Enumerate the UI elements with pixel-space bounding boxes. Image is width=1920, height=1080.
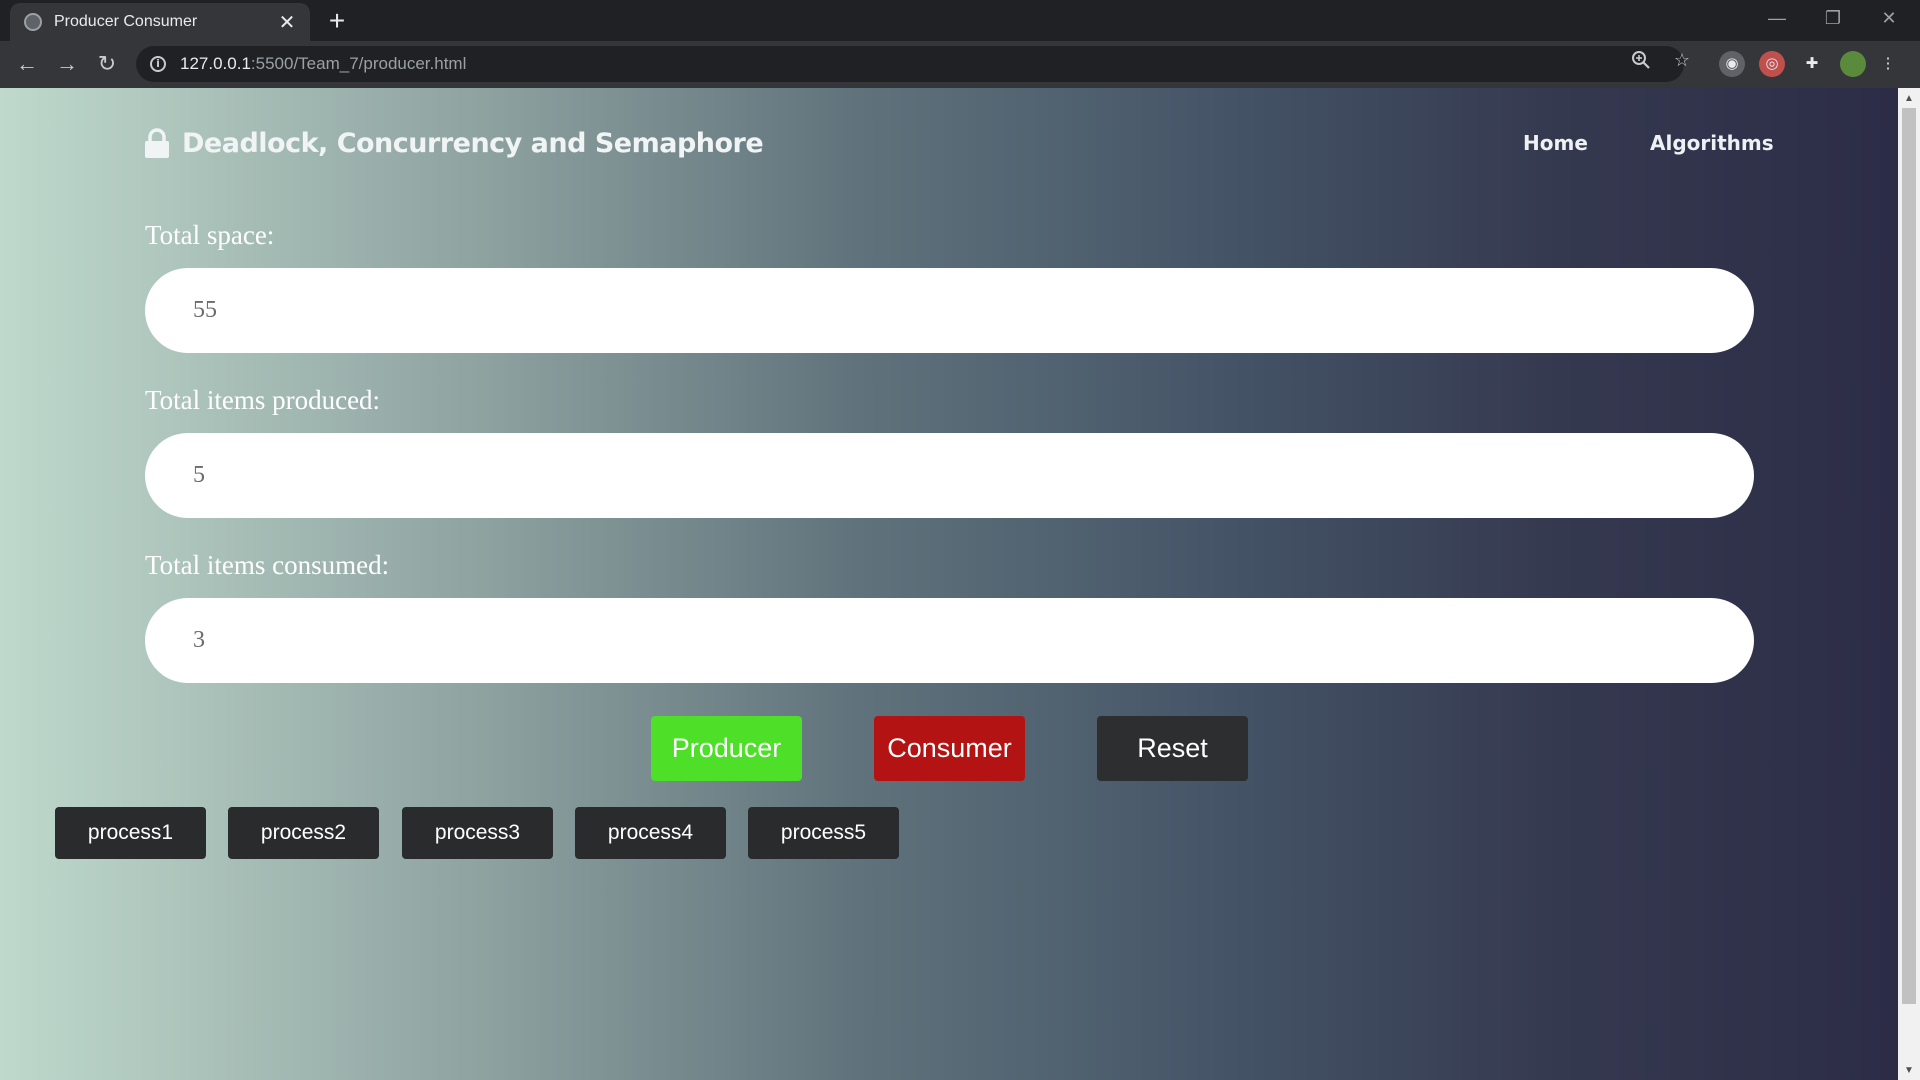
total-consumed-input[interactable] xyxy=(145,598,1754,683)
extension-mask-icon[interactable]: ◉ xyxy=(1719,51,1745,77)
back-icon[interactable]: ← xyxy=(12,49,42,79)
url-host: 127.0.0.1 xyxy=(180,54,251,73)
brand: Deadlock, Concurrency and Semaphore xyxy=(144,123,764,163)
extension-owl-icon[interactable]: ◎ xyxy=(1759,51,1785,77)
browser-menu-icon[interactable]: ⋮ xyxy=(1880,51,1896,77)
scrollbar-thumb[interactable] xyxy=(1902,108,1916,1004)
new-tab-icon[interactable]: + xyxy=(324,6,350,36)
process3-button[interactable]: process3 xyxy=(402,807,553,859)
scroll-down-icon[interactable]: ▼ xyxy=(1898,1062,1920,1080)
total-produced-input[interactable] xyxy=(145,433,1754,518)
profile-avatar[interactable] xyxy=(1840,51,1866,77)
total-space-input[interactable] xyxy=(145,268,1754,353)
reset-button[interactable]: Reset xyxy=(1097,716,1248,781)
lock-icon xyxy=(145,128,169,158)
total-space-label: Total space: xyxy=(145,220,275,250)
total-consumed-label: Total items consumed: xyxy=(145,550,390,580)
brand-title: Deadlock, Concurrency and Semaphore xyxy=(182,127,764,159)
process4-button[interactable]: process4 xyxy=(575,807,726,859)
browser-toolbar: ← → ↻ i 127.0.0.1:5500/Team_7/producer.h… xyxy=(0,41,1920,88)
nav-home-link[interactable]: Home xyxy=(1523,123,1588,163)
reload-icon[interactable]: ↻ xyxy=(92,49,122,79)
globe-icon xyxy=(24,13,42,31)
address-bar[interactable]: i 127.0.0.1:5500/Team_7/producer.html xyxy=(136,46,1684,82)
zoom-icon[interactable] xyxy=(1631,50,1651,70)
nav-algorithms-link[interactable]: Algorithms xyxy=(1650,123,1774,163)
scroll-up-icon[interactable]: ▲ xyxy=(1898,90,1920,108)
extensions-puzzle-icon[interactable]: ✚ xyxy=(1799,51,1825,77)
process1-button[interactable]: process1 xyxy=(55,807,206,859)
site-info-icon[interactable]: i xyxy=(150,56,166,72)
bookmark-star-icon[interactable]: ☆ xyxy=(1672,50,1692,70)
total-produced-label: Total items produced: xyxy=(145,385,381,415)
browser-tab[interactable]: Producer Consumer ✕ xyxy=(10,3,310,41)
tab-close-icon[interactable]: ✕ xyxy=(276,10,298,35)
browser-tabstrip: Producer Consumer ✕ + — ❐ ✕ xyxy=(0,0,1920,41)
restore-icon[interactable]: ❐ xyxy=(1806,0,1860,36)
minimize-icon[interactable]: — xyxy=(1750,0,1804,36)
url-path: :5500/Team_7/producer.html xyxy=(250,54,467,73)
process5-button[interactable]: process5 xyxy=(748,807,899,859)
consumer-button[interactable]: Consumer xyxy=(874,716,1025,781)
producer-button[interactable]: Producer xyxy=(651,716,802,781)
tab-title: Producer Consumer xyxy=(54,13,198,30)
page-viewport: Deadlock, Concurrency and Semaphore Home… xyxy=(0,88,1898,1080)
forward-icon[interactable]: → xyxy=(52,49,82,79)
window-close-icon[interactable]: ✕ xyxy=(1862,0,1916,36)
process2-button[interactable]: process2 xyxy=(228,807,379,859)
